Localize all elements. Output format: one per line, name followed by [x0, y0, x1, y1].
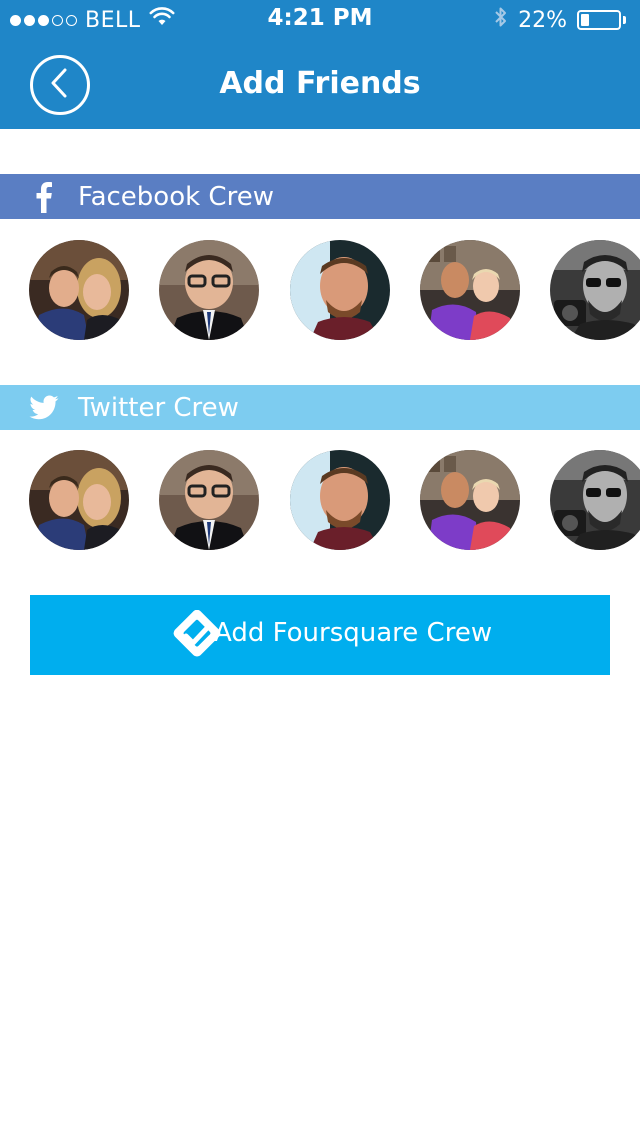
friend-avatar[interactable]: [159, 240, 259, 340]
facebook-section-label: Facebook Crew: [78, 181, 274, 212]
friend-avatar[interactable]: [550, 240, 640, 340]
facebook-friends-list[interactable]: [0, 240, 640, 340]
add-foursquare-crew-button[interactable]: Add Foursquare Crew: [30, 595, 610, 675]
bluetooth-icon: [494, 5, 508, 35]
battery-percent: 22%: [518, 7, 567, 33]
status-right: 22%: [494, 7, 626, 33]
battery-icon: [577, 10, 621, 30]
twitter-section-header: Twitter Crew: [0, 385, 640, 430]
battery-nub: [623, 16, 626, 24]
friend-avatar[interactable]: [550, 450, 640, 550]
friend-avatar[interactable]: [29, 240, 129, 340]
battery-level: [581, 14, 589, 26]
friend-avatar[interactable]: [29, 450, 129, 550]
page-title: Add Friends: [219, 66, 421, 101]
friend-avatar[interactable]: [159, 450, 259, 550]
navigation-header: BELL 4:21 PM 22% Add Friends: [0, 0, 640, 129]
friend-avatar[interactable]: [420, 240, 520, 340]
friend-avatar[interactable]: [290, 240, 390, 340]
add-foursquare-crew-label: Add Foursquare Crew: [214, 618, 493, 648]
facebook-section-header: Facebook Crew: [0, 174, 640, 219]
friend-avatar[interactable]: [420, 450, 520, 550]
status-bar: BELL 4:21 PM 22%: [0, 0, 640, 40]
twitter-section-label: Twitter Crew: [78, 392, 239, 423]
friend-avatar[interactable]: [290, 450, 390, 550]
twitter-friends-list[interactable]: [0, 450, 640, 550]
facebook-icon: [28, 174, 60, 219]
twitter-icon: [28, 385, 60, 430]
